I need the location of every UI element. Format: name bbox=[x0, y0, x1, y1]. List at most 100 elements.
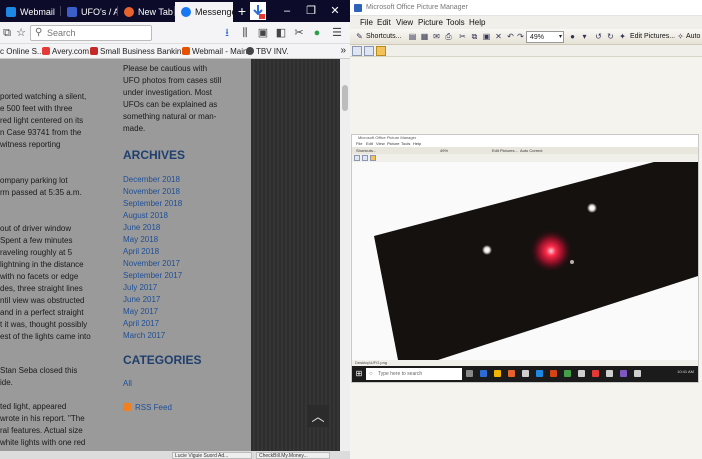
dim-light bbox=[570, 260, 574, 264]
redo-icon[interactable]: ↷ bbox=[516, 32, 525, 41]
filmstrip-view-icon[interactable] bbox=[364, 46, 374, 56]
zoom-icon[interactable]: ● bbox=[568, 32, 577, 41]
downloads-bar: Lucie Viguie Suord Ad... CheckBill.My.Mo… bbox=[0, 451, 350, 459]
zoom-select[interactable]: 49% ▾ bbox=[526, 31, 564, 43]
auto-correct-button[interactable]: Auto bbox=[686, 31, 700, 43]
menu-edit[interactable]: Edit bbox=[377, 16, 391, 29]
menu-view[interactable]: View bbox=[396, 16, 413, 29]
article-line: t it was, thought possibly bbox=[0, 320, 88, 329]
zoom-arrow-icon[interactable]: ▾ bbox=[580, 32, 589, 41]
archive-link[interactable]: September 2018 bbox=[123, 199, 182, 208]
article-line: ted light, appeared bbox=[0, 402, 67, 411]
bookmark-star-icon[interactable]: ☆ bbox=[14, 26, 28, 40]
archive-link[interactable]: June 2017 bbox=[123, 295, 160, 304]
close-button[interactable]: ✕ bbox=[324, 2, 346, 20]
download-item[interactable]: Lucie Viguie Suord Ad... bbox=[172, 452, 252, 459]
archive-link[interactable]: September 2017 bbox=[123, 271, 182, 280]
app-icon bbox=[634, 370, 641, 377]
app-icon bbox=[592, 370, 599, 377]
sidebar-intro-line: under investigation. Most bbox=[123, 88, 212, 97]
tab-new-tab[interactable]: New Tab bbox=[118, 2, 174, 22]
menu-file[interactable]: File bbox=[360, 16, 373, 29]
tab-label: UFO's / Au bbox=[81, 7, 117, 17]
article-line: Spent a few minutes bbox=[0, 236, 73, 245]
back-to-top-button[interactable]: ︿ bbox=[307, 405, 329, 427]
category-link-all[interactable]: All bbox=[123, 379, 132, 388]
menu-icon[interactable]: ☰ bbox=[330, 26, 344, 40]
cut-icon[interactable]: ✂ bbox=[458, 32, 467, 41]
nested-toolbar: Shortcuts... 49% Edit Pictures... Auto C… bbox=[352, 147, 698, 154]
menu-picture[interactable]: Picture bbox=[418, 16, 443, 29]
tab-ufos[interactable]: UFO's / Au bbox=[61, 2, 117, 22]
scrollbar-thumb[interactable] bbox=[342, 85, 348, 111]
open-icon[interactable]: ▤ bbox=[408, 32, 417, 41]
extension-icon[interactable]: ● bbox=[310, 26, 324, 40]
window-title-bar: Microsoft Office Picture Manager bbox=[350, 0, 702, 16]
download-item[interactable]: CheckBill.My.Money... bbox=[256, 452, 330, 459]
undo-icon[interactable]: ↶ bbox=[506, 32, 515, 41]
windows-start-icon: ⊞ bbox=[355, 369, 363, 378]
library-icon[interactable]: ⫼ bbox=[238, 26, 252, 40]
bookmark-webmail[interactable]: Webmail - Main bbox=[182, 45, 247, 58]
save-icon[interactable]: ▦ bbox=[420, 32, 429, 41]
print-icon[interactable]: ⎙ bbox=[444, 32, 453, 41]
minimize-button[interactable]: – bbox=[276, 2, 298, 20]
single-picture-view-icon[interactable] bbox=[376, 46, 386, 56]
archive-link[interactable]: April 2017 bbox=[123, 319, 159, 328]
auto-correct-icon: ✧ bbox=[677, 32, 684, 41]
edit-pictures-icon: ✦ bbox=[619, 32, 626, 41]
paste-icon[interactable]: ▣ bbox=[482, 32, 491, 41]
email-icon[interactable]: ✉ bbox=[432, 32, 441, 41]
tab-messenger[interactable]: Messenger bbox=[175, 2, 233, 22]
archive-link[interactable]: May 2018 bbox=[123, 235, 158, 244]
menu-bar: File Edit View Picture Tools Help bbox=[350, 16, 702, 29]
downloads-icon[interactable]: ⭳ bbox=[220, 26, 234, 40]
vertical-scrollbar[interactable] bbox=[340, 59, 350, 451]
rss-feed-link[interactable]: RSS Feed bbox=[123, 403, 172, 412]
page-content: ported watching a silent, e 500 feet with… bbox=[0, 59, 340, 451]
sidebar-icon[interactable]: ▣ bbox=[256, 26, 270, 40]
maximize-button[interactable]: ❐ bbox=[300, 2, 322, 20]
archive-link[interactable]: April 2018 bbox=[123, 247, 159, 256]
bank-icon bbox=[90, 47, 98, 55]
archive-link[interactable]: May 2017 bbox=[123, 307, 158, 316]
bookmark-avery[interactable]: Avery.com bbox=[42, 45, 89, 58]
bookmark-tbv[interactable]: TBV INV. bbox=[246, 45, 289, 58]
nested-view-icon bbox=[354, 155, 360, 161]
archive-link[interactable]: June 2018 bbox=[123, 223, 160, 232]
archive-link[interactable]: March 2017 bbox=[123, 331, 165, 340]
search-input[interactable] bbox=[47, 27, 147, 39]
rotate-left-icon[interactable]: ↺ bbox=[594, 32, 603, 41]
firefox-icon bbox=[124, 7, 134, 17]
tab-webmail[interactable]: Webmail bbox=[0, 2, 60, 22]
shortcuts-button[interactable]: Shortcuts... bbox=[366, 31, 401, 43]
new-tab-button[interactable]: + bbox=[234, 3, 250, 19]
copy-icon[interactable]: ⧉ bbox=[470, 32, 479, 41]
excel-icon bbox=[564, 370, 571, 377]
nested-toolbar-item: Shortcuts... bbox=[356, 148, 377, 153]
archive-link[interactable]: November 2018 bbox=[123, 187, 180, 196]
archive-link[interactable]: August 2018 bbox=[123, 211, 168, 220]
bookmarks-overflow-button[interactable]: » bbox=[340, 44, 346, 58]
bookmark-online[interactable]: c Online S... bbox=[0, 45, 44, 58]
archive-link[interactable]: July 2017 bbox=[123, 283, 157, 292]
nested-canvas bbox=[352, 162, 698, 360]
archive-link[interactable]: November 2017 bbox=[123, 259, 180, 268]
article-line: ntil view was obstructed bbox=[0, 296, 85, 305]
bookmark-small-business[interactable]: Small Business Bankin... bbox=[90, 45, 188, 58]
edit-pictures-button[interactable]: Edit Pictures... bbox=[630, 31, 675, 43]
tab-label: New Tab bbox=[138, 7, 173, 17]
menu-tools[interactable]: Tools bbox=[446, 16, 465, 29]
thumbnail-view-icon[interactable] bbox=[352, 46, 362, 56]
categories-heading: CATEGORIES bbox=[123, 353, 202, 367]
reader-icon[interactable]: ◧ bbox=[274, 26, 288, 40]
delete-icon[interactable]: ✕ bbox=[494, 32, 503, 41]
screenshot-icon[interactable]: ✂ bbox=[292, 26, 306, 40]
download-arrow-icon[interactable] bbox=[250, 2, 266, 20]
article-line: witness reporting bbox=[0, 140, 61, 149]
menu-help[interactable]: Help bbox=[469, 16, 485, 29]
rotate-right-icon[interactable]: ↻ bbox=[606, 32, 615, 41]
copy-icon[interactable]: ⧉ bbox=[0, 26, 14, 40]
search-field[interactable]: ⚲ bbox=[30, 25, 152, 41]
archive-link[interactable]: December 2018 bbox=[123, 175, 180, 184]
